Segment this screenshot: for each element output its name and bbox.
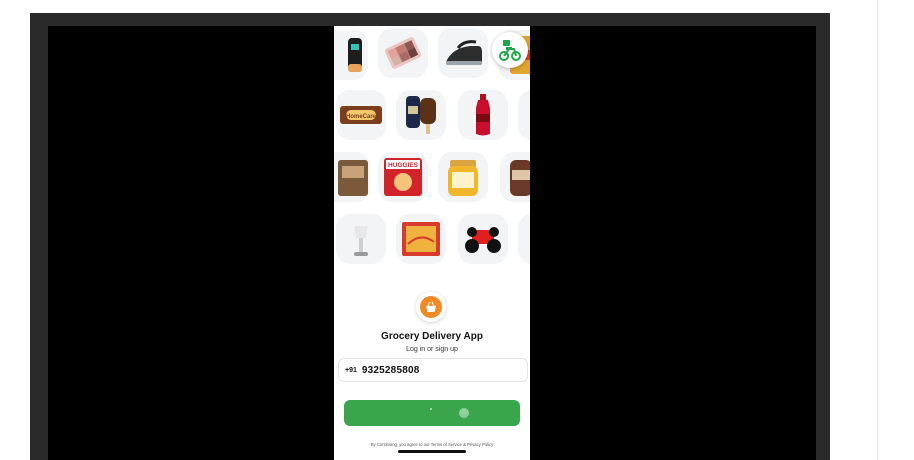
tea-box-icon bbox=[338, 160, 368, 196]
biscuit-label: HomeCare bbox=[346, 114, 377, 120]
diaper-pack-icon: HUGGIES bbox=[384, 158, 422, 196]
toy-car-icon bbox=[465, 227, 501, 253]
lamp-icon bbox=[354, 226, 368, 256]
cola-bottle-icon bbox=[476, 94, 490, 136]
iron-product-icon bbox=[446, 40, 482, 65]
app-subtitle: Log in or sign up bbox=[406, 346, 458, 353]
product-tile-edge-4 bbox=[518, 214, 530, 264]
product-tile-iron bbox=[438, 28, 488, 78]
product-tile-icecream bbox=[396, 90, 446, 140]
product-tile-toy-car bbox=[458, 214, 508, 264]
makeup-palette-icon bbox=[384, 37, 422, 69]
app-title: Grocery Delivery App bbox=[381, 331, 483, 342]
product-tile-edge-2 bbox=[518, 90, 530, 140]
product-tile-noodles bbox=[396, 214, 446, 264]
app-logo bbox=[416, 292, 446, 322]
scooter-delivery-icon bbox=[499, 40, 521, 61]
diapers-label: HUGGIES bbox=[388, 162, 419, 169]
shopping-basket-icon bbox=[426, 301, 436, 312]
ghee-jar-icon bbox=[448, 160, 478, 196]
product-tile-cookies bbox=[500, 152, 530, 202]
phone-screen: HomeCare HUGGIES Grocery Delivery App Lo… bbox=[334, 26, 530, 460]
product-tile-diapers: HUGGIES bbox=[378, 152, 428, 202]
phone-number-input[interactable]: 9325285808 bbox=[362, 365, 420, 376]
product-tile-biscuit: HomeCare bbox=[336, 90, 386, 140]
cookie-jar-icon bbox=[510, 160, 530, 196]
home-indicator bbox=[398, 450, 466, 453]
delivery-badge bbox=[492, 32, 528, 68]
noodles-pack-icon bbox=[402, 222, 440, 256]
phone-number-field[interactable]: +91 9325285808 bbox=[338, 358, 528, 382]
product-tile-cola bbox=[458, 90, 508, 140]
product-tile-tea bbox=[334, 152, 370, 202]
ice-cream-bar-icon bbox=[406, 96, 436, 134]
product-tile-bottle bbox=[334, 30, 368, 80]
continue-button[interactable] bbox=[344, 400, 520, 426]
loading-spinner-icon bbox=[459, 408, 469, 418]
bottle-product-icon bbox=[348, 38, 362, 72]
page-divider bbox=[877, 0, 878, 460]
loading-dot-small bbox=[430, 408, 432, 410]
biscuit-pack-icon: HomeCare bbox=[340, 106, 382, 124]
product-tile-ghee bbox=[438, 152, 488, 202]
terms-text: By Continuing, you agree to our Terms of… bbox=[370, 442, 494, 447]
product-tile-lamp bbox=[336, 214, 386, 264]
product-tile-palette bbox=[378, 28, 428, 78]
country-code: +91 bbox=[345, 366, 357, 374]
